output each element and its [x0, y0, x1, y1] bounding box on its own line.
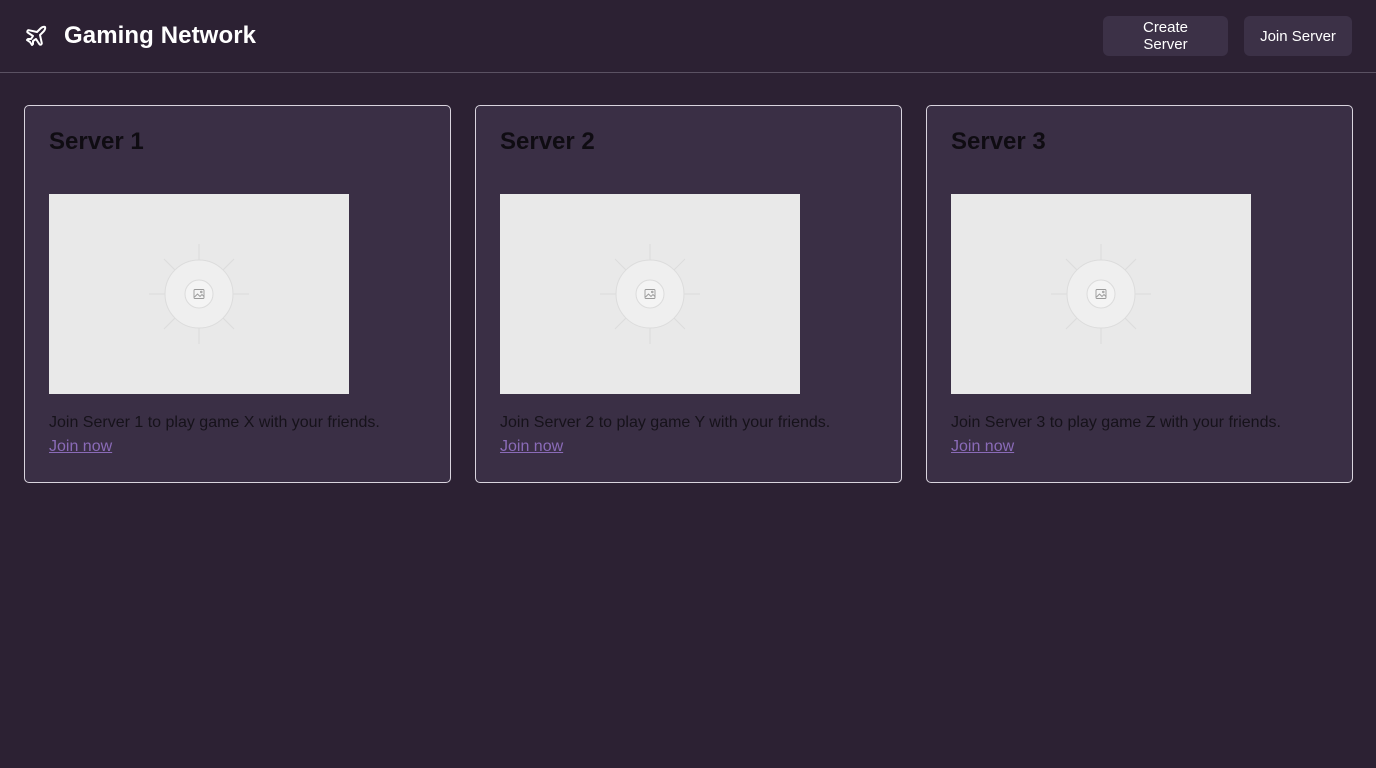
site-title: Gaming Network — [64, 22, 257, 49]
join-now-link[interactable]: Join now — [49, 438, 112, 456]
server-description: Join Server 2 to play game Y with your f… — [500, 414, 831, 431]
airplane-icon — [24, 24, 48, 48]
server-list: Server 1 Join Server 1 to play game X wi… — [24, 105, 1353, 483]
header-actions: Create Server Join Server — [1103, 16, 1352, 56]
join-now-link[interactable]: Join now — [951, 438, 1014, 456]
create-server-button[interactable]: Create Server — [1103, 16, 1228, 56]
image-placeholder-icon — [1051, 244, 1151, 344]
top-nav: Gaming Network Create Server Join Server — [0, 0, 1376, 73]
image-placeholder-icon — [149, 244, 249, 344]
server-card: Server 3 Join Server 3 to play game Z wi… — [926, 105, 1353, 483]
server-image — [49, 194, 349, 394]
server-image — [500, 194, 800, 394]
server-description: Join Server 3 to play game Z with your f… — [951, 414, 1281, 431]
server-title: Server 2 — [500, 128, 595, 155]
server-title: Server 3 — [951, 128, 1046, 155]
join-now-link[interactable]: Join now — [500, 438, 563, 456]
server-card: Server 2 Join Server 2 to play game Y wi… — [475, 105, 902, 483]
brand: Gaming Network — [24, 22, 256, 50]
server-title: Server 1 — [49, 128, 144, 155]
join-server-button[interactable]: Join Server — [1244, 16, 1352, 56]
server-card: Server 1 Join Server 1 to play game X wi… — [24, 105, 451, 483]
server-description: Join Server 1 to play game X with your f… — [49, 414, 380, 431]
image-placeholder-icon — [600, 244, 700, 344]
server-image — [951, 194, 1251, 394]
